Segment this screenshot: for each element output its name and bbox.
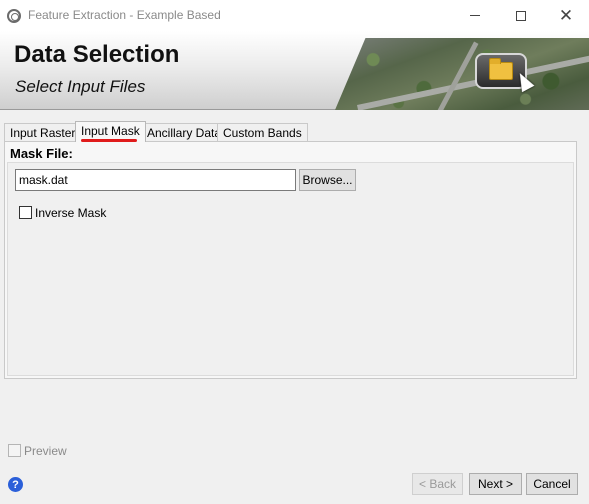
minimize-button[interactable] bbox=[452, 0, 498, 31]
tab-ancillary-data[interactable]: Ancillary Data bbox=[141, 123, 228, 142]
window-title: Feature Extraction - Example Based bbox=[28, 8, 221, 22]
minimize-icon bbox=[470, 15, 480, 16]
road-shape bbox=[356, 55, 589, 110]
help-icon[interactable]: ? bbox=[8, 477, 23, 492]
preview-label: Preview bbox=[24, 444, 67, 458]
close-button[interactable]: ✕ bbox=[543, 0, 589, 31]
aerial-photo-image bbox=[335, 38, 589, 110]
preview-checkbox[interactable] bbox=[8, 444, 21, 457]
inverse-mask-checkbox[interactable] bbox=[19, 206, 32, 219]
mask-file-label: Mask File: bbox=[10, 146, 73, 161]
road-shape bbox=[436, 41, 479, 110]
app-icon bbox=[7, 9, 21, 23]
active-tab-indicator bbox=[81, 139, 137, 142]
cancel-button[interactable]: Cancel bbox=[526, 473, 578, 495]
page-subtitle: Select Input Files bbox=[15, 77, 146, 96]
browse-button[interactable]: Browse... bbox=[299, 169, 356, 191]
next-button[interactable]: Next > bbox=[469, 473, 522, 495]
maximize-button[interactable] bbox=[498, 0, 544, 31]
tab-input-raster[interactable]: Input Raster bbox=[4, 123, 82, 142]
back-button[interactable]: < Back bbox=[412, 473, 463, 495]
maximize-icon bbox=[516, 10, 526, 21]
mask-file-input[interactable] bbox=[15, 169, 296, 191]
tab-custom-bands[interactable]: Custom Bands bbox=[217, 123, 308, 142]
mask-group-panel bbox=[7, 162, 574, 376]
folder-shape bbox=[489, 58, 513, 80]
title-bar: Feature Extraction - Example Based ✕ bbox=[0, 0, 589, 31]
page-title: Data Selection bbox=[14, 41, 180, 68]
close-icon: ✕ bbox=[558, 5, 574, 25]
inverse-mask-label: Inverse Mask bbox=[35, 206, 107, 220]
